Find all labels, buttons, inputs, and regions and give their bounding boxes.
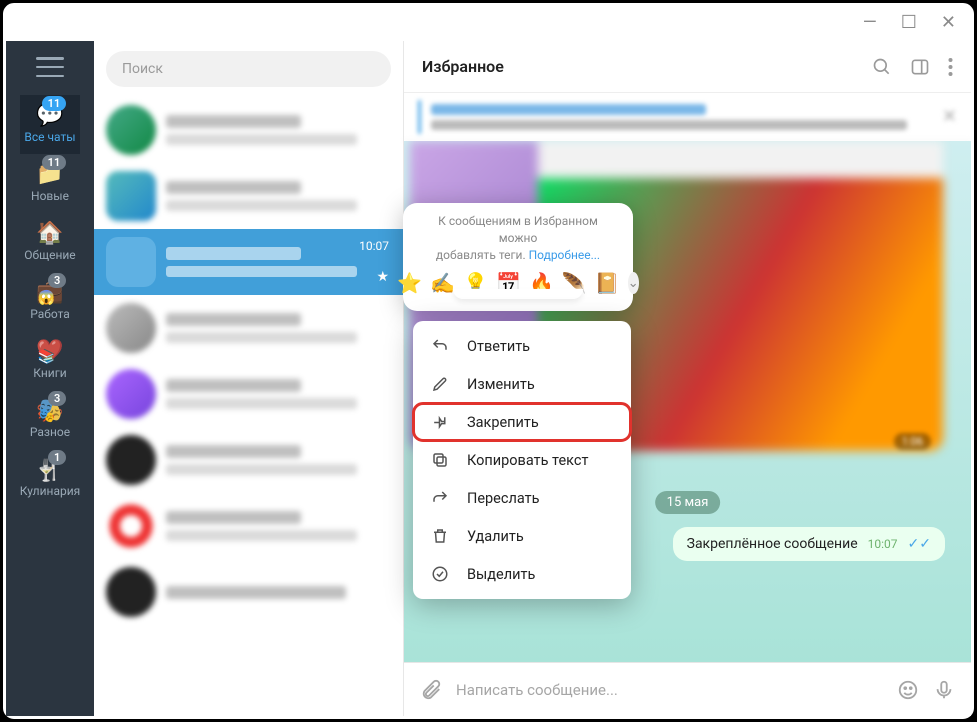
menu-edit[interactable]: Изменить xyxy=(413,365,631,403)
menu-select[interactable]: Выделить xyxy=(413,555,631,593)
window-minimize[interactable]: — xyxy=(863,12,877,33)
folder-work[interactable]: 💼😱Работа3 xyxy=(20,272,80,331)
chat-title: Избранное xyxy=(422,57,854,76)
media-time: 1:06 xyxy=(894,433,931,450)
attach-icon[interactable] xyxy=(420,679,442,701)
tag-emoji[interactable]: 💡 xyxy=(463,271,488,295)
composer xyxy=(404,662,971,716)
message-time: 10:07 xyxy=(868,537,898,551)
menu-copy[interactable]: Копировать текст xyxy=(413,441,631,479)
chat-list-pane: Поиск 10:07 ★ xyxy=(94,41,404,716)
chat-item[interactable] xyxy=(94,97,403,163)
folder-rail: 💬Все чаты11📁Новые11🏠Общение💼😱Работа3❤️📚К… xyxy=(6,41,94,716)
chat-item[interactable] xyxy=(94,361,403,427)
message-input[interactable] xyxy=(456,681,883,699)
chat-item-selected[interactable]: 10:07 ★ xyxy=(94,229,403,295)
edit-icon xyxy=(431,375,451,393)
window-close[interactable]: ✕ xyxy=(941,12,956,33)
folder-all[interactable]: 💬Все чаты11 xyxy=(20,95,80,154)
folder-books[interactable]: ❤️📚Книги xyxy=(20,331,80,390)
message-bubble[interactable]: Закреплённое сообщение 10:07 ✓✓ xyxy=(673,527,945,561)
tag-emoji[interactable]: ✍️ xyxy=(430,271,455,295)
context-menu: ОтветитьИзменитьЗакрепитьКопировать текс… xyxy=(413,321,631,599)
chat-item[interactable] xyxy=(94,493,403,559)
window-titlebar: — ☐ ✕ xyxy=(3,3,974,41)
read-checks-icon: ✓✓ xyxy=(908,536,931,552)
more-icon[interactable] xyxy=(948,57,953,77)
window-maximize[interactable]: ☐ xyxy=(901,12,917,33)
voice-icon[interactable] xyxy=(933,679,955,701)
tag-emoji[interactable]: ⭐ xyxy=(397,271,422,295)
date-chip: 15 мая xyxy=(655,491,721,514)
menu-button[interactable] xyxy=(36,57,64,77)
reply-icon xyxy=(431,337,451,355)
menu-delete[interactable]: Удалить xyxy=(413,517,631,555)
popover-more-link[interactable]: Подробнее... xyxy=(529,248,600,262)
menu-pin[interactable]: Закрепить xyxy=(413,403,631,441)
emoji-icon[interactable] xyxy=(897,679,919,701)
tag-row: ⭐✍️💡📅🔥🪶📔⌄ xyxy=(403,269,633,305)
menu-forward[interactable]: Переслать xyxy=(413,479,631,517)
pin-icon xyxy=(431,413,451,431)
chat-item[interactable] xyxy=(94,163,403,229)
folder-new[interactable]: 📁Новые11 xyxy=(20,154,80,213)
tag-popover: К сообщениям в Избранном можно добавлять… xyxy=(403,203,633,311)
search-placeholder: Поиск xyxy=(122,61,163,77)
star-icon: ★ xyxy=(376,269,389,285)
tag-emoji[interactable]: 📔 xyxy=(595,271,620,295)
tag-more-icon[interactable]: ⌄ xyxy=(628,272,639,294)
tag-emoji[interactable]: 🔥 xyxy=(529,271,554,295)
tag-emoji[interactable]: 📅 xyxy=(496,271,521,295)
chat-header: Избранное xyxy=(404,41,971,93)
message-text: Закреплённое сообщение xyxy=(687,536,858,552)
popover-hint: К сообщениям в Избранном можно добавлять… xyxy=(403,213,633,269)
search-input[interactable]: Поиск xyxy=(106,51,391,87)
chat-item[interactable] xyxy=(94,559,403,625)
chat-item[interactable] xyxy=(94,295,403,361)
delete-icon xyxy=(431,527,451,545)
chat-time: 10:07 xyxy=(359,239,389,253)
folder-chat[interactable]: 🏠Общение xyxy=(20,213,80,272)
select-icon xyxy=(431,565,451,583)
sidebar-toggle-icon[interactable] xyxy=(910,57,930,77)
chat-item[interactable] xyxy=(94,427,403,493)
menu-reply[interactable]: Ответить xyxy=(413,327,631,365)
tag-emoji[interactable]: 🪶 xyxy=(562,271,587,295)
forward-icon xyxy=(431,489,451,507)
copy-icon xyxy=(431,451,451,469)
close-icon[interactable]: ✕ xyxy=(942,106,957,127)
search-icon[interactable] xyxy=(872,57,892,77)
folder-cook[interactable]: 🍴🍸Кулинария1 xyxy=(20,449,80,508)
folder-misc[interactable]: 🎭🎭Разное3 xyxy=(20,390,80,449)
pinned-message-bar[interactable]: ✕ xyxy=(404,93,971,141)
